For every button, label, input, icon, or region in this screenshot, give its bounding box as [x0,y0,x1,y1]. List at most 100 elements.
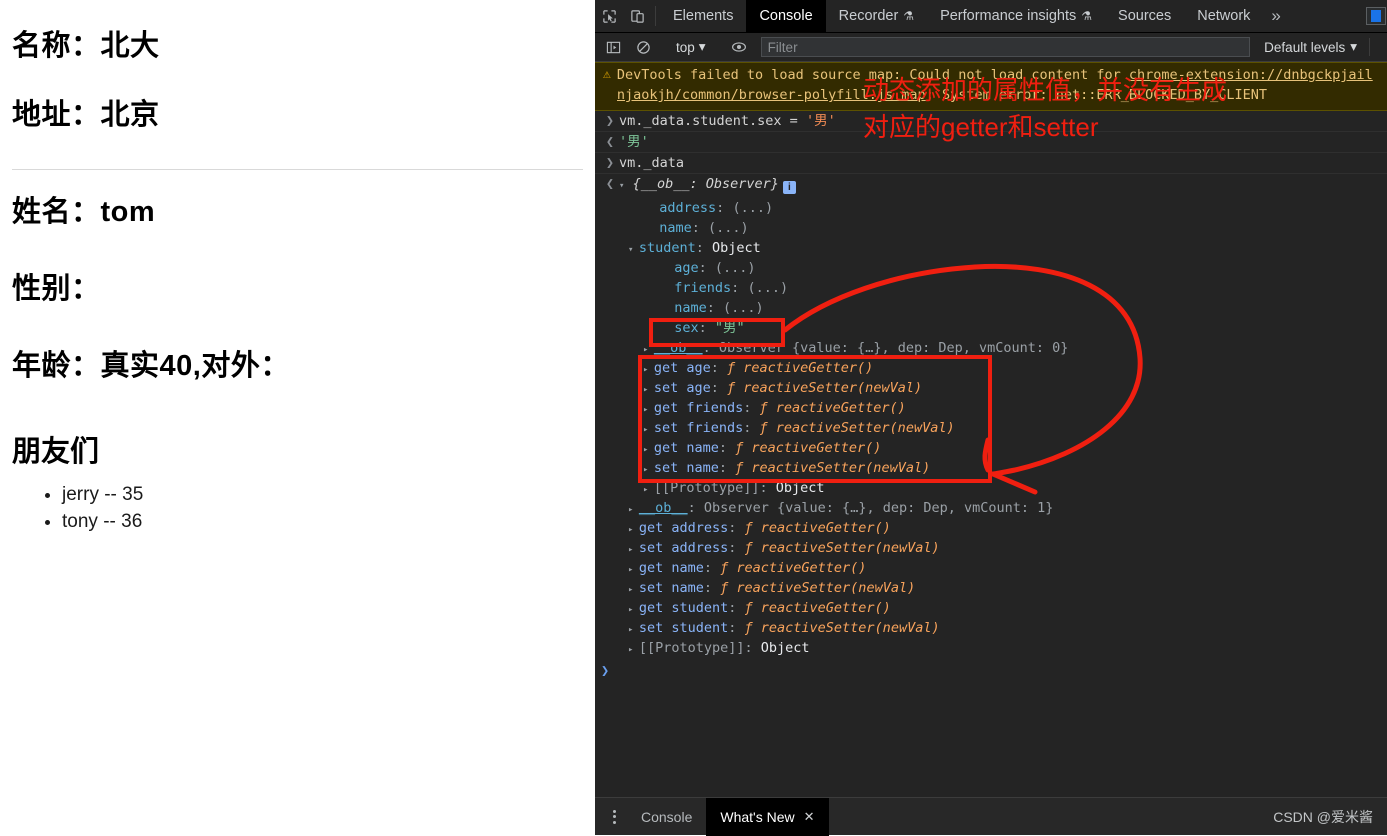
tab-console[interactable]: Console [746,0,826,32]
drawer-tab-what-s-new[interactable]: What's New ✕ [706,797,829,836]
log-levels-selector[interactable]: Default levels ▾ [1258,39,1363,55]
tree-value: ƒ reactiveGetter() [744,519,891,536]
collapse-triangle-icon[interactable]: ▸ [628,645,639,655]
clear-console-icon[interactable] [629,40,657,55]
console-output-area[interactable]: ⚠ DevTools failed to load source map: Co… [595,62,1387,797]
tree-row[interactable]: ▸ get friends: ƒ reactiveGetter() [595,398,1387,418]
collapse-triangle-icon[interactable]: ▸ [643,365,654,375]
tree-separator: : [716,199,733,216]
tab-sources[interactable]: Sources [1105,0,1184,32]
tree-key: [[Prototype]] [638,639,745,656]
tree-row[interactable]: ▸ get student: ƒ reactiveGetter() [595,598,1387,618]
tree-key: student [638,239,696,256]
tree-key: age [674,259,699,276]
close-icon[interactable]: ✕ [804,809,815,825]
expand-triangle-icon[interactable]: ▾ [619,181,624,191]
tab-label: Sources [1118,8,1172,24]
console-output-row-1: ❮ '男' [595,132,1387,153]
warning-link-part2[interactable]: njaokjh/common/browser-polyfill.js.map [617,87,926,103]
collapse-triangle-icon[interactable]: ▸ [643,405,654,415]
console-filter-input[interactable] [760,37,1251,57]
execution-context-selector[interactable]: top ▾ [670,39,712,55]
object-property-tree[interactable]: address: (...) name: (...) ▾ student: Obj… [595,196,1387,658]
devtools-tab-list: Elements Console Recorder ⚗ Performance insi… [660,0,1263,32]
tree-value: Observer {value: {…}, dep: Dep, vmCount:… [718,339,1069,356]
tree-row[interactable]: ▸ set age: ƒ reactiveSetter(newVal) [595,378,1387,398]
tree-row[interactable]: ▸ get address: ƒ reactiveGetter() [595,518,1387,538]
tree-row[interactable]: name: (...) [595,298,1387,318]
info-badge-icon[interactable]: i [782,180,796,194]
console-input-row-1: ❯ vm._data.student.sex = '男' [595,111,1387,132]
tree-row[interactable]: ▸ get name: ƒ reactiveGetter() [595,558,1387,578]
tree-row[interactable]: ▸ __ob__: Observer {value: {…}, dep: Dep… [595,338,1387,358]
tab-label: Network [1197,8,1251,24]
log-levels-label: Default levels [1264,39,1346,55]
tree-value: ƒ reactiveGetter() [759,399,906,416]
tree-row[interactable]: ▸ [[Prototype]]: Object [595,478,1387,498]
tree-row[interactable]: sex: "男" [595,318,1387,338]
tree-row[interactable]: ▸ set friends: ƒ reactiveSetter(newVal) [595,418,1387,438]
devtools-settings-chip-icon[interactable] [1366,7,1386,25]
warning-link-part1[interactable]: chrome-extension://dnbgckpjail [1129,67,1373,83]
collapse-triangle-icon[interactable]: ▸ [628,565,639,575]
collapse-triangle-icon[interactable]: ▸ [643,465,654,475]
friends-list: jerry -- 35tony -- 36 [12,482,583,536]
tab-label: Recorder [838,8,899,24]
object-root-text: {__ob__: Observer} [632,175,779,192]
console-sidebar-icon[interactable] [599,40,627,55]
tree-value: ƒ reactiveSetter(newVal) [720,579,916,596]
drawer-tab-label: What's New [720,808,795,825]
tree-row[interactable]: ▸ set address: ƒ reactiveSetter(newVal) [595,538,1387,558]
tree-separator: : [718,439,736,456]
collapse-triangle-icon[interactable]: ▸ [628,585,639,595]
tree-key: name [659,219,692,236]
tree-row[interactable]: address: (...) [595,198,1387,218]
tree-separator: : [718,459,736,476]
tree-row[interactable]: ▸ get name: ƒ reactiveGetter() [595,438,1387,458]
live-expression-icon[interactable] [725,39,753,55]
more-tabs-icon[interactable]: » [1263,0,1288,32]
collapse-triangle-icon[interactable]: ▸ [628,525,639,535]
tab-elements[interactable]: Elements [660,0,746,32]
collapse-triangle-icon[interactable]: ▸ [628,605,639,615]
tab-network[interactable]: Network [1184,0,1263,32]
console-prompt-row[interactable]: ❯ [595,658,1387,684]
collapse-triangle-icon[interactable]: ▸ [643,445,654,455]
collapse-triangle-icon[interactable]: ▸ [643,425,654,435]
tree-row[interactable]: ▸ set name: ƒ reactiveSetter(newVal) [595,458,1387,478]
tab-recorder[interactable]: Recorder ⚗ [826,0,927,32]
tree-row[interactable]: ▸ get age: ƒ reactiveGetter() [595,358,1387,378]
console-result-root-row[interactable]: ❮ ▾ {__ob__: Observer} i [595,174,1387,196]
tree-value: ƒ reactiveSetter(newVal) [735,459,931,476]
tree-separator: : [695,239,713,256]
collapse-triangle-icon[interactable]: ▸ [643,345,654,355]
chevron-down-icon: ▾ [1350,39,1357,54]
tree-row[interactable]: ▸ [[Prototype]]: Object [595,638,1387,658]
tree-row[interactable]: ▾ student: Object [595,238,1387,258]
drawer-tab-console[interactable]: Console [627,798,706,836]
student-age-value: 真实40,对外： [100,350,290,383]
tree-key: set address [638,539,729,556]
devtools-panel: Elements Console Recorder ⚗ Performance insi… [595,0,1387,836]
collapse-triangle-icon[interactable]: ▸ [628,625,639,635]
collapse-triangle-icon[interactable]: ▸ [628,545,639,555]
tree-row[interactable]: friends: (...) [595,278,1387,298]
tree-row[interactable]: ▸ __ob__: Observer {value: {…}, dep: Dep… [595,498,1387,518]
object-root-label[interactable]: ▾ {__ob__: Observer} i [619,174,796,196]
tab-performance-insights[interactable]: Performance insights ⚗ [927,0,1105,32]
collapse-triangle-icon[interactable]: ▸ [643,485,654,495]
tree-row[interactable]: age: (...) [595,258,1387,278]
inspect-element-icon[interactable] [595,0,623,32]
collapse-triangle-icon[interactable]: ▸ [643,385,654,395]
tree-separator: : [687,499,704,516]
device-toolbar-icon[interactable] [623,0,651,32]
tree-row[interactable]: name: (...) [595,218,1387,238]
tree-value: (...) [723,299,764,316]
tree-row[interactable]: ▸ set name: ƒ reactiveSetter(newVal) [595,578,1387,598]
tree-row[interactable]: ▸ set student: ƒ reactiveSetter(newVal) [595,618,1387,638]
collapse-triangle-icon[interactable]: ▸ [628,505,639,515]
drawer-more-options-icon[interactable] [601,809,627,824]
expand-triangle-icon[interactable]: ▾ [628,245,639,255]
